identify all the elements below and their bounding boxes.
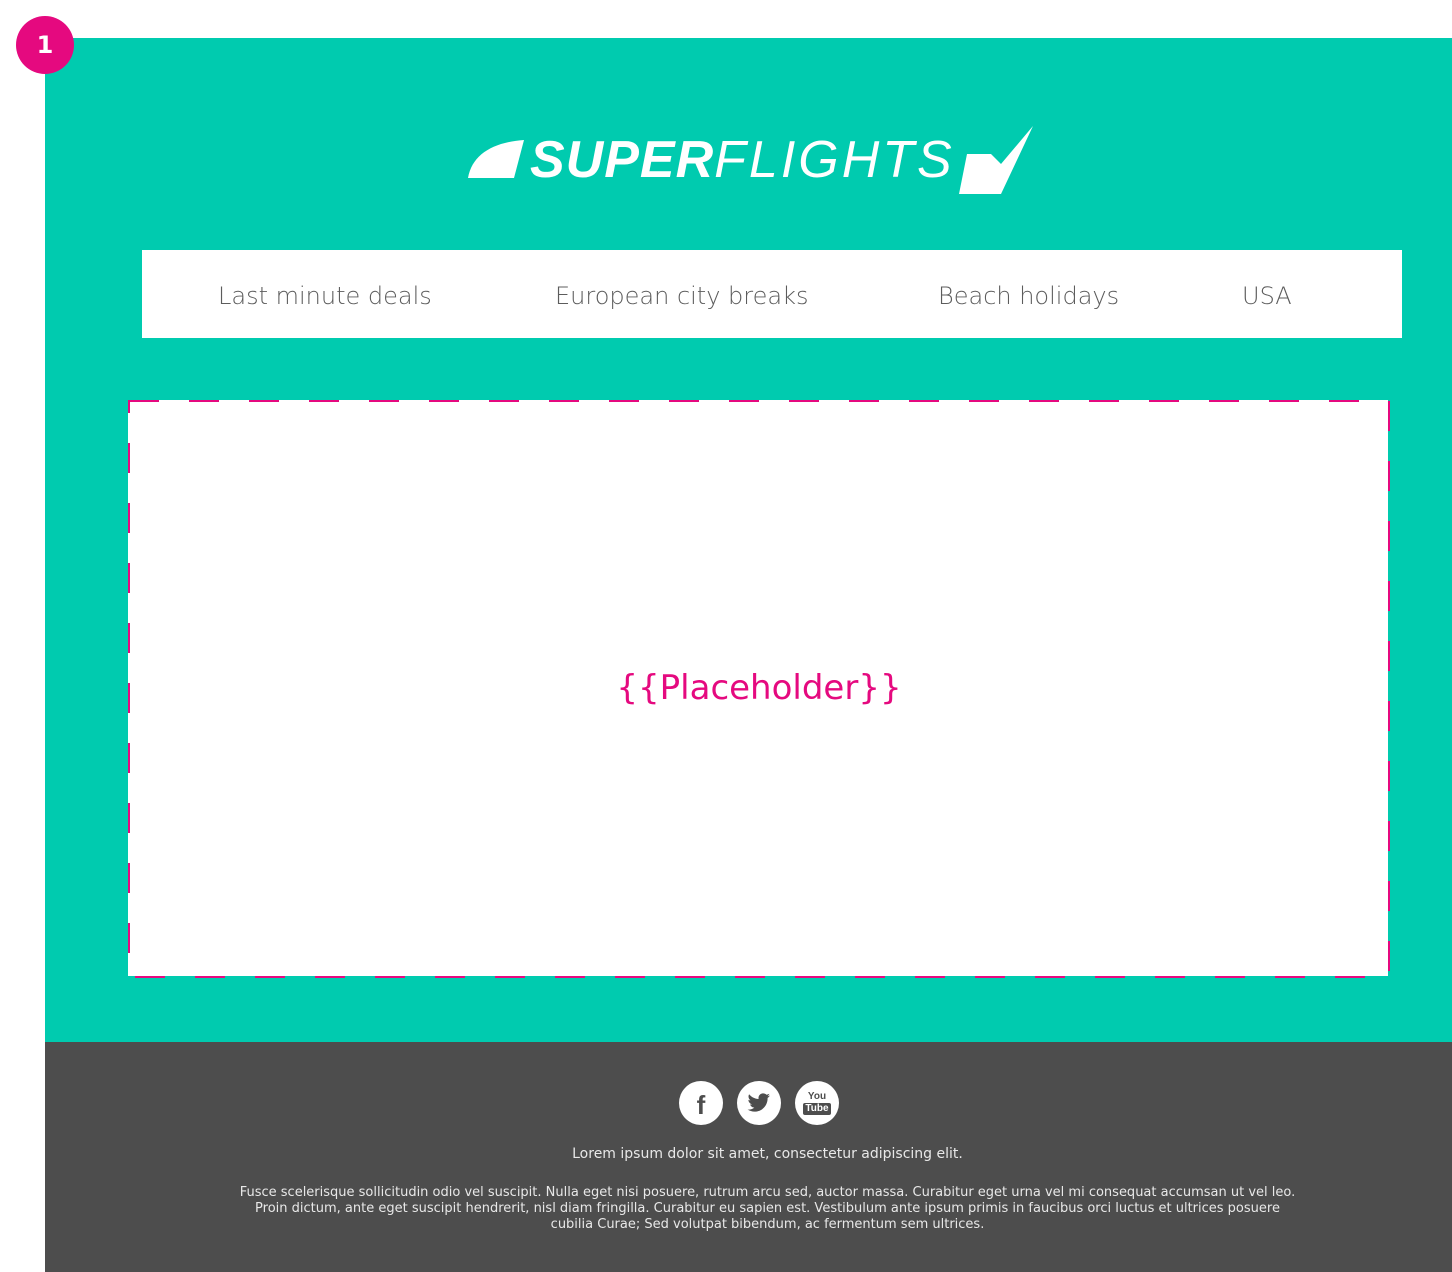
content-placeholder-area: {{Placeholder}} xyxy=(128,400,1390,978)
placeholder-label: {{Placeholder}} xyxy=(616,668,902,708)
nav-item-last-minute-deals[interactable]: Last minute deals xyxy=(218,250,432,338)
wing-right-icon xyxy=(958,126,1033,194)
footer: f You Tube Lorem ipsum dolor sit amet, c… xyxy=(45,1042,1452,1272)
nav-item-usa[interactable]: USA xyxy=(1242,250,1292,338)
social-links: f You Tube xyxy=(679,1081,839,1125)
nav-item-european-city-breaks[interactable]: European city breaks xyxy=(555,250,809,338)
nav-item-beach-holidays[interactable]: Beach holidays xyxy=(938,250,1119,338)
facebook-icon[interactable]: f xyxy=(679,1081,723,1125)
wing-left-icon xyxy=(468,140,524,178)
youtube-text-top: You xyxy=(807,1090,827,1102)
main-navigation: Last minute deals European city breaks B… xyxy=(142,250,1402,338)
twitter-icon[interactable] xyxy=(737,1081,781,1125)
superflights-logo[interactable]: SUPER FLIGHTS xyxy=(464,120,1064,200)
youtube-text-bottom: Tube xyxy=(803,1102,831,1115)
step-number-badge: 1 xyxy=(16,16,74,74)
youtube-icon[interactable]: You Tube xyxy=(795,1081,839,1125)
twitter-bird-icon xyxy=(747,1093,770,1112)
logo-text-light: FLIGHTS xyxy=(714,131,955,189)
facebook-glyph: f xyxy=(696,1089,706,1120)
footer-tagline: Lorem ipsum dolor sit amet, consectetur … xyxy=(572,1146,963,1162)
logo-text-bold: SUPER xyxy=(530,131,715,189)
footer-body-text: Fusce scelerisque sollicitudin odio vel … xyxy=(239,1185,1296,1232)
youtube-glyph: You Tube xyxy=(803,1090,831,1115)
